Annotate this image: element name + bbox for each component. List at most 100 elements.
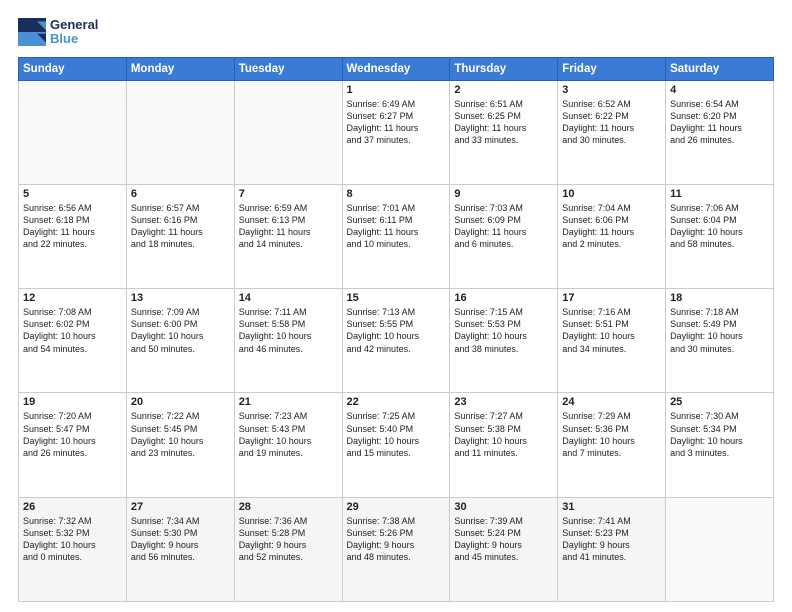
- cell-content: Sunrise: 7:34 AM Sunset: 5:30 PM Dayligh…: [131, 515, 230, 564]
- column-header-sunday: Sunday: [19, 57, 127, 80]
- column-header-saturday: Saturday: [666, 57, 774, 80]
- calendar-cell: 26 Sunrise: 7:32 AM Sunset: 5:32 PM Dayli…: [19, 497, 127, 601]
- calendar-cell: 7Sunrise: 6:59 AM Sunset: 6:13 PM Daylig…: [234, 184, 342, 288]
- calendar-cell: 14 Sunrise: 7:11 AM Sunset: 5:58 PM Dayli…: [234, 289, 342, 393]
- calendar-cell: 29 Sunrise: 7:38 AM Sunset: 5:26 PM Dayli…: [342, 497, 450, 601]
- day-number: 16: [454, 292, 553, 304]
- day-number: 29: [347, 501, 446, 513]
- day-number: 21: [239, 396, 338, 408]
- calendar-cell: 20 Sunrise: 7:22 AM Sunset: 5:45 PM Dayli…: [126, 393, 234, 497]
- cell-content: Sunrise: 7:13 AM Sunset: 5:55 PM Dayligh…: [347, 306, 446, 355]
- day-number: 20: [131, 396, 230, 408]
- cell-content: Sunrise: 7:30 AM Sunset: 5:34 PM Dayligh…: [670, 410, 769, 459]
- day-number: 26: [23, 501, 122, 513]
- calendar-cell: 22 Sunrise: 7:25 AM Sunset: 5:40 PM Dayli…: [342, 393, 450, 497]
- cell-content: Sunrise: 7:22 AM Sunset: 5:45 PM Dayligh…: [131, 410, 230, 459]
- calendar-cell: 8 Sunrise: 7:01 AM Sunset: 6:11 PM Daylig…: [342, 184, 450, 288]
- calendar-cell: 31Sunrise: 7:41 AM Sunset: 5:23 PM Dayli…: [558, 497, 666, 601]
- day-number: 22: [347, 396, 446, 408]
- calendar-cell: 9 Sunrise: 7:03 AM Sunset: 6:09 PM Daylig…: [450, 184, 558, 288]
- cell-content: Sunrise: 7:32 AM Sunset: 5:32 PM Dayligh…: [23, 515, 122, 564]
- calendar-cell: 12Sunrise: 7:08 AM Sunset: 6:02 PM Dayli…: [19, 289, 127, 393]
- day-number: 14: [239, 292, 338, 304]
- calendar-cell: 25 Sunrise: 7:30 AM Sunset: 5:34 PM Dayli…: [666, 393, 774, 497]
- header: General Blue: [18, 18, 774, 47]
- calendar-cell: 30 Sunrise: 7:39 AM Sunset: 5:24 PM Dayli…: [450, 497, 558, 601]
- day-number: 27: [131, 501, 230, 513]
- cell-content: Sunrise: 7:27 AM Sunset: 5:38 PM Dayligh…: [454, 410, 553, 459]
- calendar-cell: [666, 497, 774, 601]
- day-number: 19: [23, 396, 122, 408]
- day-number: 9: [454, 188, 553, 200]
- day-number: 13: [131, 292, 230, 304]
- day-number: 1: [347, 84, 446, 96]
- day-number: 30: [454, 501, 553, 513]
- calendar-week-2: 5 Sunrise: 6:56 AM Sunset: 6:18 PM Daylig…: [19, 184, 774, 288]
- cell-content: Sunrise: 6:54 AM Sunset: 6:20 PM Dayligh…: [670, 98, 769, 147]
- calendar-cell: 18Sunrise: 7:18 AM Sunset: 5:49 PM Dayli…: [666, 289, 774, 393]
- cell-content: Sunrise: 7:39 AM Sunset: 5:24 PM Dayligh…: [454, 515, 553, 564]
- day-number: 6: [131, 188, 230, 200]
- cell-content: Sunrise: 7:03 AM Sunset: 6:09 PM Dayligh…: [454, 202, 553, 251]
- cell-content: Sunrise: 7:01 AM Sunset: 6:11 PM Dayligh…: [347, 202, 446, 251]
- calendar-cell: 16 Sunrise: 7:15 AM Sunset: 5:53 PM Dayli…: [450, 289, 558, 393]
- cell-content: Sunrise: 7:25 AM Sunset: 5:40 PM Dayligh…: [347, 410, 446, 459]
- calendar-week-3: 12Sunrise: 7:08 AM Sunset: 6:02 PM Dayli…: [19, 289, 774, 393]
- calendar-cell: 27 Sunrise: 7:34 AM Sunset: 5:30 PM Dayli…: [126, 497, 234, 601]
- calendar-cell: 24 Sunrise: 7:29 AM Sunset: 5:36 PM Dayli…: [558, 393, 666, 497]
- cell-content: Sunrise: 7:36 AM Sunset: 5:28 PM Dayligh…: [239, 515, 338, 564]
- day-number: 8: [347, 188, 446, 200]
- cell-content: Sunrise: 7:11 AM Sunset: 5:58 PM Dayligh…: [239, 306, 338, 355]
- day-number: 11: [670, 188, 769, 200]
- day-number: 15: [347, 292, 446, 304]
- calendar-cell: [126, 80, 234, 184]
- logo-text: General Blue: [50, 18, 98, 47]
- calendar-cell: 4 Sunrise: 6:54 AM Sunset: 6:20 PM Daylig…: [666, 80, 774, 184]
- cell-content: Sunrise: 7:23 AM Sunset: 5:43 PM Dayligh…: [239, 410, 338, 459]
- cell-content: Sunrise: 7:08 AM Sunset: 6:02 PM Dayligh…: [23, 306, 122, 355]
- calendar-cell: 13 Sunrise: 7:09 AM Sunset: 6:00 PM Dayli…: [126, 289, 234, 393]
- day-number: 23: [454, 396, 553, 408]
- calendar-cell: 10 Sunrise: 7:04 AM Sunset: 6:06 PM Dayli…: [558, 184, 666, 288]
- day-number: 10: [562, 188, 661, 200]
- calendar-cell: 6Sunrise: 6:57 AM Sunset: 6:16 PM Daylig…: [126, 184, 234, 288]
- calendar-cell: 28Sunrise: 7:36 AM Sunset: 5:28 PM Dayli…: [234, 497, 342, 601]
- calendar-header-row: SundayMondayTuesdayWednesdayThursdayFrid…: [19, 57, 774, 80]
- calendar-cell: 17Sunrise: 7:16 AM Sunset: 5:51 PM Dayli…: [558, 289, 666, 393]
- day-number: 2: [454, 84, 553, 96]
- cell-content: Sunrise: 7:06 AM Sunset: 6:04 PM Dayligh…: [670, 202, 769, 251]
- day-number: 24: [562, 396, 661, 408]
- calendar-week-4: 19 Sunrise: 7:20 AM Sunset: 5:47 PM Dayli…: [19, 393, 774, 497]
- calendar-cell: 2 Sunrise: 6:51 AM Sunset: 6:25 PM Daylig…: [450, 80, 558, 184]
- cell-content: Sunrise: 6:52 AM Sunset: 6:22 PM Dayligh…: [562, 98, 661, 147]
- calendar-cell: 23 Sunrise: 7:27 AM Sunset: 5:38 PM Dayli…: [450, 393, 558, 497]
- cell-content: Sunrise: 7:29 AM Sunset: 5:36 PM Dayligh…: [562, 410, 661, 459]
- calendar-cell: 19 Sunrise: 7:20 AM Sunset: 5:47 PM Dayli…: [19, 393, 127, 497]
- calendar-cell: [19, 80, 127, 184]
- cell-content: Sunrise: 7:20 AM Sunset: 5:47 PM Dayligh…: [23, 410, 122, 459]
- cell-content: Sunrise: 6:49 AM Sunset: 6:27 PM Dayligh…: [347, 98, 446, 147]
- cell-content: Sunrise: 7:09 AM Sunset: 6:00 PM Dayligh…: [131, 306, 230, 355]
- calendar-table: SundayMondayTuesdayWednesdayThursdayFrid…: [18, 57, 774, 602]
- day-number: 7: [239, 188, 338, 200]
- cell-content: Sunrise: 7:41 AM Sunset: 5:23 PM Dayligh…: [562, 515, 661, 564]
- calendar-cell: 1 Sunrise: 6:49 AM Sunset: 6:27 PM Daylig…: [342, 80, 450, 184]
- logo-icon: [18, 18, 46, 46]
- cell-content: Sunrise: 7:16 AM Sunset: 5:51 PM Dayligh…: [562, 306, 661, 355]
- calendar-cell: [234, 80, 342, 184]
- page: General Blue SundayMondayTuesdayWednesda…: [0, 0, 792, 612]
- column-header-friday: Friday: [558, 57, 666, 80]
- day-number: 25: [670, 396, 769, 408]
- column-header-wednesday: Wednesday: [342, 57, 450, 80]
- day-number: 4: [670, 84, 769, 96]
- column-header-thursday: Thursday: [450, 57, 558, 80]
- cell-content: Sunrise: 6:56 AM Sunset: 6:18 PM Dayligh…: [23, 202, 122, 251]
- cell-content: Sunrise: 7:15 AM Sunset: 5:53 PM Dayligh…: [454, 306, 553, 355]
- calendar-cell: 11 Sunrise: 7:06 AM Sunset: 6:04 PM Dayli…: [666, 184, 774, 288]
- day-number: 5: [23, 188, 122, 200]
- cell-content: Sunrise: 6:51 AM Sunset: 6:25 PM Dayligh…: [454, 98, 553, 147]
- cell-content: Sunrise: 7:04 AM Sunset: 6:06 PM Dayligh…: [562, 202, 661, 251]
- day-number: 3: [562, 84, 661, 96]
- cell-content: Sunrise: 7:18 AM Sunset: 5:49 PM Dayligh…: [670, 306, 769, 355]
- cell-content: Sunrise: 7:38 AM Sunset: 5:26 PM Dayligh…: [347, 515, 446, 564]
